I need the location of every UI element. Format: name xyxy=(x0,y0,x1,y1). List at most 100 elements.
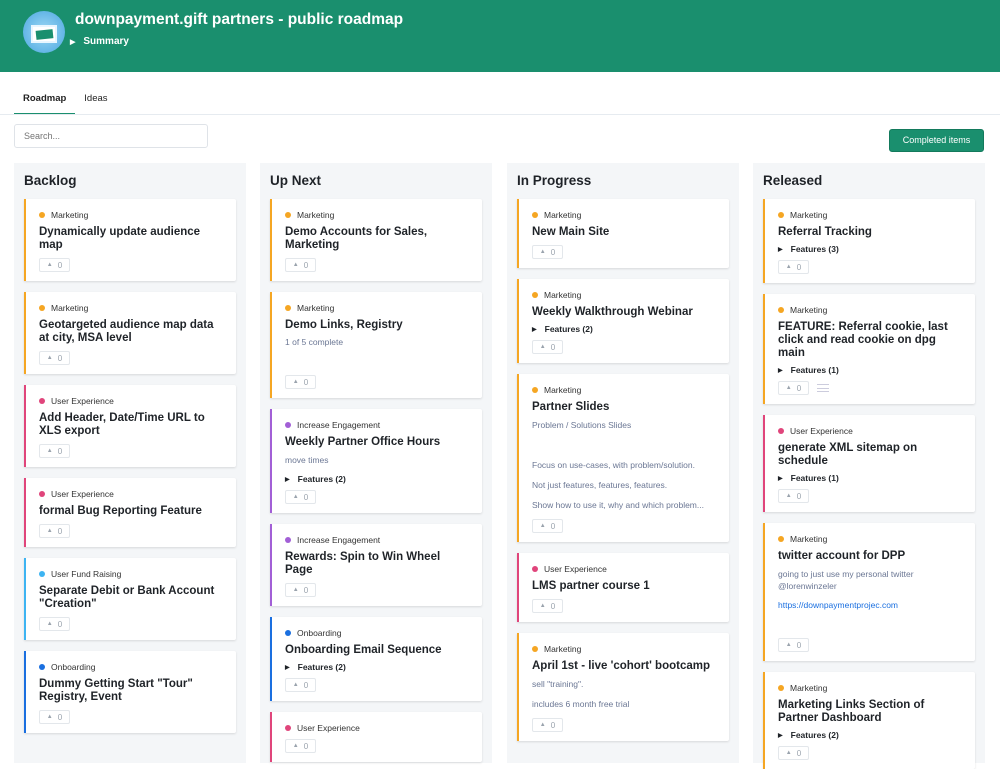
roadmap-card[interactable]: Increase Engagement Weekly Partner Office… xyxy=(270,409,482,513)
roadmap-card[interactable]: Marketing Dynamically update audience map… xyxy=(24,199,236,281)
upvote-button[interactable]: ▲ 0 xyxy=(285,583,316,597)
search-input[interactable] xyxy=(14,124,208,148)
caret-right-icon: ▶ xyxy=(532,326,537,333)
roadmap-card[interactable]: Marketing FEATURE: Referral cookie, last … xyxy=(763,294,975,404)
roadmap-card[interactable]: Increase Engagement Rewards: Spin to Win … xyxy=(270,524,482,606)
completed-items-button[interactable]: Completed items xyxy=(889,129,984,152)
features-toggle[interactable]: ▶ Features (2) xyxy=(532,324,716,334)
card-title[interactable]: Referral Tracking xyxy=(778,226,962,239)
roadmap-card[interactable]: Marketing Referral Tracking ▶ Features (3) ▲… xyxy=(763,199,975,283)
card-title[interactable]: New Main Site xyxy=(532,226,716,239)
roadmap-card[interactable]: User Experience formal Bug Reporting Feat… xyxy=(24,478,236,547)
card-title[interactable]: Dummy Getting Start "Tour" Registry, Eve… xyxy=(39,678,223,704)
upvote-icon: ▲ xyxy=(785,493,792,499)
roadmap-card[interactable]: User Experience LMS partner course 1 ▲ 0 xyxy=(517,553,729,622)
upvote-button[interactable]: ▲ 0 xyxy=(778,260,809,274)
upvote-button[interactable]: ▲ 0 xyxy=(39,617,70,631)
card-title[interactable]: April 1st - live 'cohort' bootcamp xyxy=(532,660,716,673)
vote-row: ▲ 0 xyxy=(778,489,962,503)
tab-roadmap[interactable]: Roadmap xyxy=(14,88,76,115)
upvote-button[interactable]: ▲ 0 xyxy=(285,375,316,389)
card-title[interactable]: Rewards: Spin to Win Wheel Page xyxy=(285,551,469,577)
roadmap-card[interactable]: User Fund Raising Separate Debit or Bank … xyxy=(24,558,236,640)
roadmap-card[interactable]: Marketing Demo Accounts for Sales, Market… xyxy=(270,199,482,281)
features-toggle[interactable]: ▶ Features (1) xyxy=(778,473,962,483)
upvote-button[interactable]: ▲ 0 xyxy=(778,381,809,395)
category-dot-icon xyxy=(39,664,45,670)
roadmap-card[interactable]: User Experience Add Header, Date/Time URL… xyxy=(24,385,236,467)
roadmap-card[interactable]: Marketing Weekly Walkthrough Webinar ▶ Feat… xyxy=(517,279,729,363)
card-title[interactable]: Add Header, Date/Time URL to XLS export xyxy=(39,412,223,438)
category-tag: Marketing xyxy=(285,303,469,313)
card-title[interactable]: generate XML sitemap on schedule xyxy=(778,442,962,468)
roadmap-card[interactable]: Marketing April 1st - live 'cohort' bootc… xyxy=(517,633,729,741)
card-title[interactable]: Onboarding Email Sequence xyxy=(285,644,469,657)
upvote-button[interactable]: ▲ 0 xyxy=(39,258,70,272)
roadmap-card[interactable]: Marketing New Main Site ▲ 0 xyxy=(517,199,729,268)
upvote-button[interactable]: ▲ 0 xyxy=(532,245,563,259)
description-line: Show how to use it, why and which proble… xyxy=(532,500,704,510)
roadmap-card[interactable]: Marketing Demo Links, Registry 1 of 5 comp… xyxy=(270,292,482,398)
roadmap-card[interactable]: Marketing twitter account for DPP going to… xyxy=(763,523,975,661)
summary-toggle[interactable]: ▶ Summary xyxy=(70,36,129,47)
upvote-button[interactable]: ▲ 0 xyxy=(285,490,316,504)
features-toggle[interactable]: ▶ Features (3) xyxy=(778,244,962,254)
category-dot-icon xyxy=(532,292,538,298)
category-dot-icon xyxy=(778,536,784,542)
upvote-button[interactable]: ▲ 0 xyxy=(39,710,70,724)
upvote-button[interactable]: ▲ 0 xyxy=(532,718,563,732)
roadmap-card[interactable]: Marketing Partner Slides Problem / Solutio… xyxy=(517,374,729,542)
card-title[interactable]: Demo Accounts for Sales, Marketing xyxy=(285,226,469,252)
upvote-button[interactable]: ▲ 0 xyxy=(285,739,316,753)
upvote-button[interactable]: ▲ 0 xyxy=(285,258,316,272)
card-title[interactable]: Marketing Links Section of Partner Dashb… xyxy=(778,699,962,725)
upvote-button[interactable]: ▲ 0 xyxy=(285,678,316,692)
category-label: Increase Engagement xyxy=(297,420,381,430)
upvote-button[interactable]: ▲ 0 xyxy=(778,746,809,760)
card-title[interactable]: FEATURE: Referral cookie, last click and… xyxy=(778,321,962,360)
roadmap-card[interactable]: User Experience ▲ 0 xyxy=(270,712,482,762)
card-title[interactable]: Demo Links, Registry xyxy=(285,319,469,332)
features-toggle[interactable]: ▶ Features (2) xyxy=(285,662,469,672)
card-title[interactable]: formal Bug Reporting Feature xyxy=(39,505,223,518)
card-title[interactable]: Weekly Partner Office Hours xyxy=(285,436,469,449)
roadmap-card[interactable]: Marketing Marketing Links Section of Part… xyxy=(763,672,975,769)
vote-count: 0 xyxy=(550,342,556,352)
upvote-button[interactable]: ▲ 0 xyxy=(39,351,70,365)
roadmap-card[interactable]: Onboarding Dummy Getting Start "Tour" Reg… xyxy=(24,651,236,733)
roadmap-card[interactable]: User Experience generate XML sitemap on s… xyxy=(763,415,975,512)
card-title[interactable]: Separate Debit or Bank Account "Creation… xyxy=(39,585,223,611)
tab-ideas[interactable]: Ideas xyxy=(75,88,116,115)
card-title[interactable]: twitter account for DPP xyxy=(778,550,962,563)
card-title[interactable]: Geotargeted audience map data at city, M… xyxy=(39,319,223,345)
card-title[interactable]: Partner Slides xyxy=(532,401,716,414)
upvote-button[interactable]: ▲ 0 xyxy=(39,444,70,458)
upvote-button[interactable]: ▲ 0 xyxy=(532,519,563,533)
upvote-button[interactable]: ▲ 0 xyxy=(39,524,70,538)
vote-count: 0 xyxy=(303,680,309,690)
upvote-button[interactable]: ▲ 0 xyxy=(778,489,809,503)
category-label: Marketing xyxy=(544,385,582,395)
vote-count: 0 xyxy=(57,712,63,722)
description-line: Problem / Solutions Slides xyxy=(532,420,632,430)
roadmap-card[interactable]: Onboarding Onboarding Email Sequence ▶ Feat… xyxy=(270,617,482,701)
vote-row: ▲ 0 xyxy=(39,258,223,272)
features-toggle[interactable]: ▶ Features (2) xyxy=(285,474,469,484)
features-toggle[interactable]: ▶ Features (2) xyxy=(778,730,962,740)
category-tag: Marketing xyxy=(778,210,962,220)
vote-count: 0 xyxy=(57,526,63,536)
features-toggle[interactable]: ▶ Features (1) xyxy=(778,365,962,375)
upvote-button[interactable]: ▲ 0 xyxy=(532,340,563,354)
roadmap-card[interactable]: Marketing Geotargeted audience map data a… xyxy=(24,292,236,374)
card-title[interactable]: Dynamically update audience map xyxy=(39,226,223,252)
category-label: Marketing xyxy=(790,305,828,315)
category-label: User Experience xyxy=(51,396,114,406)
upvote-button[interactable]: ▲ 0 xyxy=(532,599,563,613)
card-link[interactable]: https://downpaymentprojec.com xyxy=(778,600,962,610)
upvote-button[interactable]: ▲ 0 xyxy=(778,638,809,652)
vote-row: ▲ 0 xyxy=(285,490,469,504)
category-dot-icon xyxy=(285,725,291,731)
card-title[interactable]: Weekly Walkthrough Webinar xyxy=(532,306,716,319)
card-title[interactable]: LMS partner course 1 xyxy=(532,580,716,593)
column-title: Backlog xyxy=(24,173,77,188)
